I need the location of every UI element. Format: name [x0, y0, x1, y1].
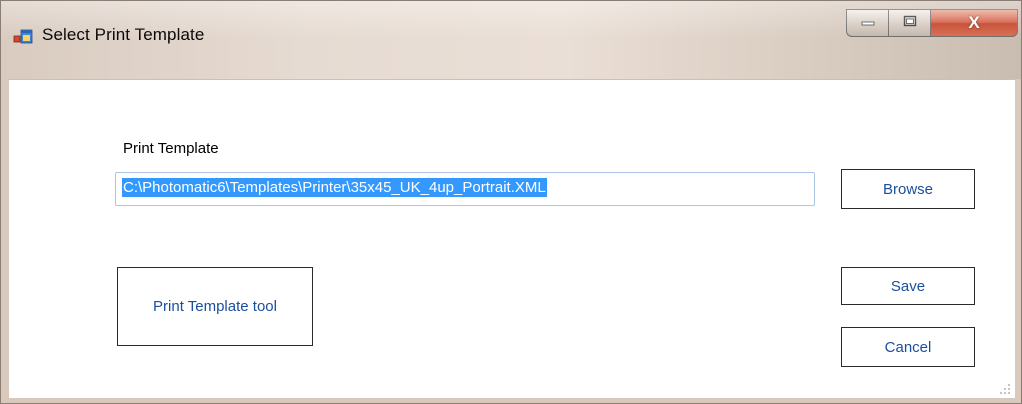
minimize-icon [861, 14, 875, 32]
title-bar[interactable]: Select Print Template X [1, 1, 1021, 79]
app-window-icon [13, 28, 33, 46]
selected-path-text: C:\Photomatic6\Templates\Printer\35x45_U… [122, 178, 547, 197]
window-title: Select Print Template [42, 25, 205, 44]
maximize-button[interactable] [888, 9, 930, 37]
cancel-button-label: Cancel [884, 338, 932, 356]
print-template-tool-button[interactable]: Print Template tool [117, 267, 313, 346]
print-template-tool-label: Print Template tool [153, 298, 277, 315]
close-button[interactable]: X [930, 9, 1018, 37]
caption-buttons: X [846, 9, 1020, 39]
minimize-button[interactable] [846, 9, 888, 37]
dialog-window: Select Print Template X Print Template C… [0, 0, 1022, 404]
save-button[interactable]: Save [841, 267, 975, 305]
cancel-button[interactable]: Cancel [841, 327, 975, 367]
close-icon: X [968, 13, 980, 32]
dialog-client-area: Print Template C:\Photomatic6\Templates\… [9, 79, 1015, 398]
browse-button[interactable]: Browse [841, 169, 975, 209]
maximize-icon [903, 14, 917, 32]
save-button-label: Save [890, 277, 926, 295]
browse-button-label: Browse [882, 180, 934, 198]
resize-grip-icon[interactable] [999, 382, 1011, 394]
print-template-path-input[interactable]: C:\Photomatic6\Templates\Printer\35x45_U… [115, 172, 815, 206]
print-template-label: Print Template [123, 140, 219, 157]
